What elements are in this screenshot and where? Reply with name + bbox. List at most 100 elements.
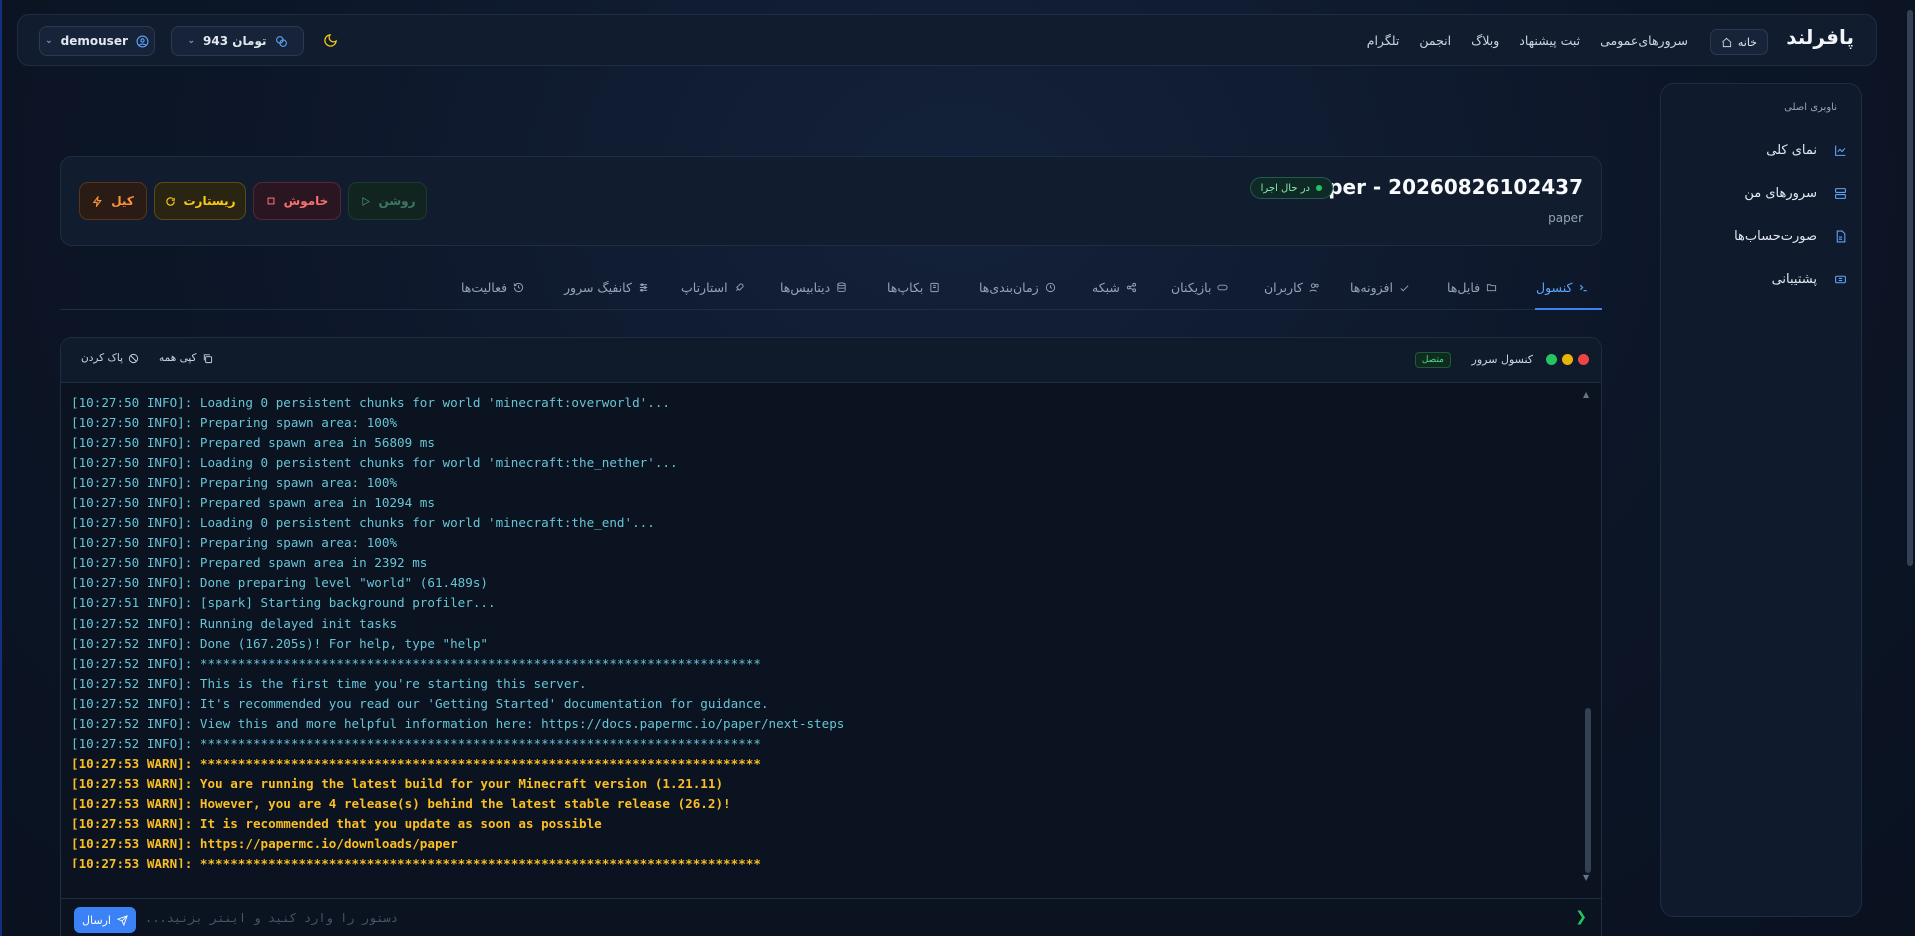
ticket-icon — [1835, 275, 1846, 284]
status-dot-icon — [1316, 185, 1322, 191]
nav-link-suggestion[interactable]: ثبت پیشنهاد — [1519, 33, 1580, 48]
tab-schedules[interactable]: زمان‌بندی‌ها — [979, 280, 1056, 295]
window-edge — [0, 0, 2, 936]
console-line: [10:27:51 INFO]: [spark] Starting backgr… — [71, 595, 496, 611]
clock-icon — [1045, 282, 1055, 293]
console-line: [10:27:50 INFO]: Loading 0 persistent ch… — [71, 515, 655, 531]
stop-label: خاموش — [283, 194, 329, 208]
stop-icon — [267, 197, 275, 205]
restart-button[interactable]: ریستارت — [154, 182, 246, 220]
scroll-down-icon[interactable]: ▼ — [1583, 873, 1589, 882]
server-tabs: کنسول فایل‌ها افزونه‌ها کاربران بازیکنان… — [60, 272, 1602, 310]
console-line: [10:27:52 INFO]: Done (167.205s)! For he… — [71, 635, 489, 651]
console-line: [10:27:52 INFO]: ***********************… — [71, 655, 761, 671]
page-scrollbar[interactable] — [1907, 10, 1913, 566]
connection-badge: متصل — [1414, 352, 1451, 368]
server-console: کنسول سرور متصل کپی همه پاک کردن [10:27:… — [60, 337, 1602, 936]
sidebar-item-label: نمای کلی — [1766, 143, 1817, 158]
kill-button[interactable]: کیل — [79, 182, 147, 220]
nav-link-public-servers[interactable]: سرورهای‌عمومی — [1600, 33, 1688, 48]
stop-button[interactable]: خاموش — [253, 182, 341, 220]
terminal-icon — [1580, 284, 1588, 292]
console-line: [10:27:53 WARN]: https://papermc.io/down… — [71, 836, 458, 852]
tab-users[interactable]: کاربران — [1264, 280, 1320, 295]
home-icon — [1721, 37, 1731, 47]
tab-label: استارتاپ — [681, 280, 728, 295]
console-line: [10:27:50 INFO]: Prepared spawn area in … — [71, 555, 428, 571]
command-input[interactable] — [145, 906, 1545, 930]
tab-startup[interactable]: استارتاپ — [681, 280, 745, 295]
nav-link-telegram[interactable]: تلگرام — [1367, 33, 1400, 48]
tab-console[interactable]: کنسول — [1536, 280, 1589, 295]
sidebar-item-my-servers[interactable]: سرورهای من — [1744, 186, 1846, 201]
sidebar-item-support[interactable]: پشتیبانی — [1772, 272, 1846, 287]
users-icon — [1309, 283, 1319, 292]
console-log[interactable]: [10:27:50 INFO]: Loading 0 persistent ch… — [71, 393, 1571, 868]
tab-server-config[interactable]: کانفیگ سرور — [564, 280, 649, 295]
sidebar-item-label: صورت‌حساب‌ها — [1734, 229, 1817, 244]
database-icon — [837, 282, 846, 292]
tab-activity[interactable]: فعالیت‌ها — [461, 280, 524, 295]
server-name: paper - 20260826102437 — [1300, 175, 1583, 199]
console-line: [10:27:50 INFO]: Prepared spawn area in … — [71, 495, 435, 511]
console-line: [10:27:52 INFO]: View this and more help… — [71, 715, 845, 731]
tab-label: افزونه‌ها — [1350, 280, 1393, 295]
brand-logo[interactable]: پافرلند — [1786, 25, 1854, 49]
console-line: [10:27:53 WARN]: ***********************… — [71, 755, 761, 771]
prompt-chevron-icon: ❯ — [1575, 909, 1587, 925]
tab-files[interactable]: فایل‌ها — [1447, 280, 1497, 295]
green-dot-icon — [1546, 354, 1557, 365]
start-label: روشن — [378, 194, 416, 208]
top-navbar: پافرلند خانه سرورهای‌عمومی ثبت پیشنهاد و… — [17, 14, 1877, 66]
copy-all-button[interactable]: کپی همه — [159, 352, 213, 364]
console-line: [10:27:52 INFO]: This is the first time … — [71, 675, 587, 691]
chevron-down-icon: ⌄ — [45, 36, 53, 46]
clear-button[interactable]: پاک کردن — [81, 352, 139, 364]
wallet-button[interactable]: ⌄ 943 تومان — [171, 26, 304, 56]
username: demouser — [60, 34, 128, 48]
history-icon — [513, 282, 524, 293]
sidebar-item-overview[interactable]: نمای کلی — [1766, 143, 1846, 158]
console-line: [10:27:52 INFO]: Running delayed init ta… — [71, 615, 398, 631]
console-line: [10:27:50 INFO]: Preparing spawn area: 1… — [71, 415, 398, 431]
archive-icon — [930, 282, 939, 293]
chevron-down-icon: ⌄ — [187, 36, 196, 46]
console-line: [10:27:50 INFO]: Loading 0 persistent ch… — [71, 395, 670, 410]
home-label: خانه — [1737, 35, 1757, 49]
nav-link-forum[interactable]: انجمن — [1419, 33, 1451, 48]
tab-plugins[interactable]: افزونه‌ها — [1350, 280, 1410, 295]
home-button[interactable]: خانه — [1709, 29, 1768, 55]
copy-icon — [203, 353, 212, 363]
tab-databases[interactable]: دیتابیس‌ها — [780, 280, 847, 295]
tab-label: کاربران — [1264, 280, 1303, 295]
tab-backups[interactable]: بکاپ‌ها — [887, 280, 940, 295]
server-icon — [1835, 188, 1846, 199]
wallet-balance: 943 تومان — [203, 34, 267, 48]
sidebar-title: ناوبری اصلی — [1784, 102, 1837, 113]
sidebar-item-invoices[interactable]: صورت‌حساب‌ها — [1734, 229, 1846, 244]
status-badge: در حال اجرا — [1249, 177, 1333, 199]
console-scrollbar[interactable] — [1585, 708, 1591, 873]
tab-network[interactable]: شبکه — [1092, 280, 1137, 295]
theme-toggle[interactable] — [323, 33, 338, 52]
copy-all-label: کپی همه — [159, 352, 197, 364]
sliders-icon — [639, 283, 648, 292]
yellow-dot-icon — [1562, 354, 1573, 365]
console-line: [10:27:50 INFO]: Preparing spawn area: 1… — [71, 535, 398, 551]
tab-players[interactable]: بازیکنان — [1171, 280, 1229, 295]
invoice-icon — [1836, 230, 1846, 243]
sidebar: ناوبری اصلی نمای کلی سرورهای من صورت‌حسا… — [1660, 83, 1862, 917]
network-icon — [1126, 282, 1136, 293]
nav-link-blog[interactable]: وبلاگ — [1471, 33, 1499, 48]
send-button[interactable]: ارسال — [74, 907, 136, 933]
scroll-up-icon[interactable]: ▲ — [1583, 390, 1589, 399]
start-button[interactable]: روشن — [348, 182, 427, 220]
play-icon — [361, 196, 370, 206]
red-dot-icon — [1578, 354, 1589, 365]
refresh-icon — [165, 196, 175, 206]
folder-icon — [1487, 284, 1497, 292]
tab-label: دیتابیس‌ها — [780, 280, 831, 295]
user-menu-button[interactable]: ⌄ demouser — [39, 26, 155, 56]
user-icon — [136, 35, 149, 47]
console-line: [10:27:52 INFO]: It's recommended you re… — [71, 695, 769, 711]
